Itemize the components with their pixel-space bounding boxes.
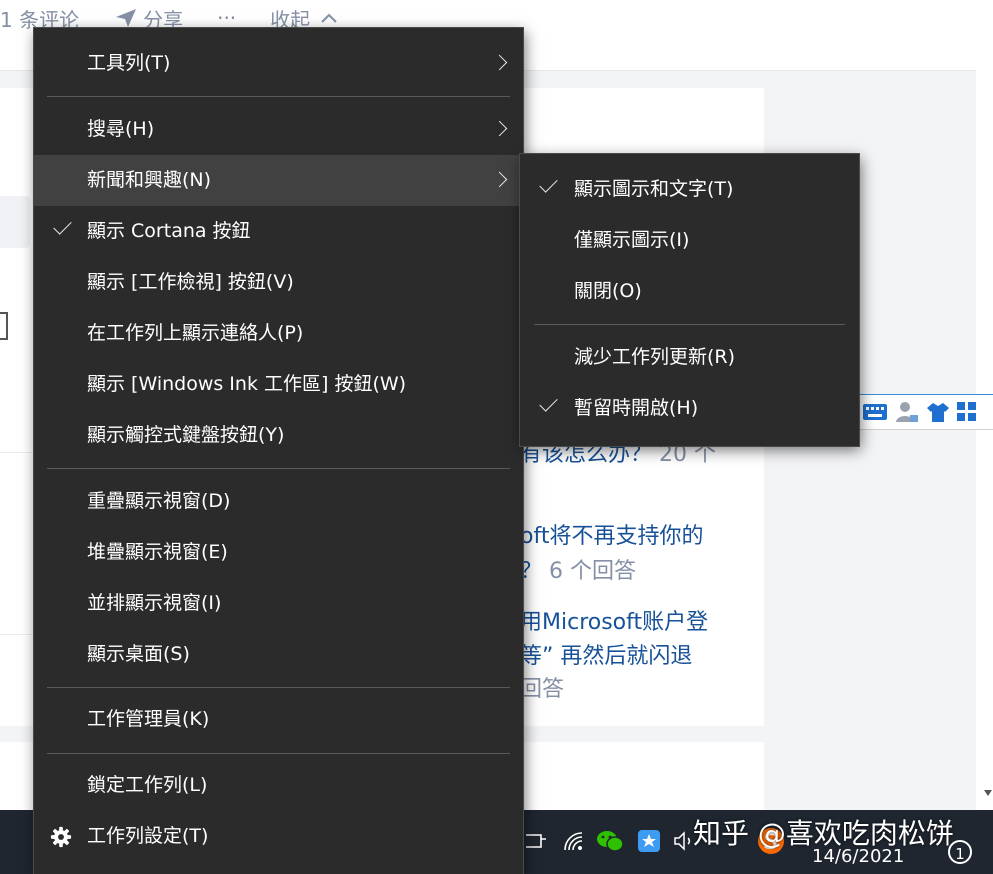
taskbar-context-menu: 工具列(T) 搜尋(H) 新聞和興趣(N) 顯示 Cortana 按鈕 顯示 [… — [34, 28, 523, 874]
taskbar-date[interactable]: 14/6/2021 — [812, 846, 904, 867]
divider — [0, 634, 34, 635]
submenu-item-show-icon-and-text[interactable]: 顯示圖示和文字(T) — [520, 164, 859, 215]
bracket-glyph — [0, 312, 8, 340]
skin-icon[interactable] — [926, 401, 950, 423]
notification-badge[interactable]: 1 — [948, 840, 972, 864]
related-question-3-line2[interactable]: 等” 再然后就闪退 — [520, 638, 692, 670]
tablet-icon[interactable] — [524, 826, 548, 856]
related-question-3[interactable]: 用Microsoft账户登 — [520, 604, 708, 636]
checkmark-icon — [539, 174, 558, 193]
menu-item-show-touch-keyboard[interactable]: 顯示觸控式鍵盤按鈕(Y) — [34, 410, 523, 461]
submenu-item-turn-off[interactable]: 關閉(O) — [520, 266, 859, 317]
more-button[interactable]: ··· — [217, 6, 236, 30]
chevron-up-icon — [321, 13, 337, 23]
menu-item-side-by-side[interactable]: 並排顯示視窗(I) — [34, 578, 523, 629]
related-question-3-meta: 回答 — [520, 677, 565, 702]
wifi-icon[interactable] — [560, 826, 588, 856]
submenu-item-open-on-hover[interactable]: 暫留時開啟(H) — [520, 383, 859, 434]
menu-item-task-manager[interactable]: 工作管理員(K) — [34, 694, 523, 745]
submenu-item-show-icon-only[interactable]: 僅顯示圖示(I) — [520, 215, 859, 266]
menu-item-news-and-interests[interactable]: 新聞和興趣(N) — [34, 155, 523, 206]
menu-item-toolbars[interactable]: 工具列(T) — [34, 38, 523, 89]
menu-separator — [534, 324, 845, 325]
toolbar-button[interactable] — [0, 196, 30, 248]
menu-item-cascade-windows[interactable]: 重疊顯示視窗(D) — [34, 476, 523, 527]
app-tray-icon[interactable] — [636, 826, 662, 856]
tiles-icon[interactable] — [956, 401, 978, 423]
menu-item-lock-taskbar[interactable]: 鎖定工作列(L) — [34, 760, 523, 811]
menu-separator — [47, 753, 510, 754]
menu-item-show-people[interactable]: 在工作列上顯示連絡人(P) — [34, 308, 523, 359]
more-icon: ··· — [217, 6, 237, 30]
scroll-down-arrow-icon[interactable] — [984, 790, 992, 796]
menu-item-show-windows-ink[interactable]: 顯示 [Windows Ink 工作區] 按鈕(W) — [34, 359, 523, 410]
chevron-right-icon — [491, 171, 508, 188]
checkmark-icon — [53, 216, 72, 235]
menu-separator — [47, 687, 510, 688]
keyboard-icon[interactable] — [862, 402, 888, 422]
user-icon[interactable] — [894, 400, 920, 424]
menu-separator — [47, 468, 510, 469]
menu-item-stack-windows[interactable]: 堆疊顯示視窗(E) — [34, 527, 523, 578]
menu-item-show-cortana-button[interactable]: 顯示 Cortana 按鈕 — [34, 206, 523, 257]
chevron-right-icon — [491, 120, 508, 137]
share-icon — [116, 9, 137, 27]
chevron-right-icon — [491, 54, 508, 71]
menu-item-show-desktop[interactable]: 顯示桌面(S) — [34, 629, 523, 680]
menu-item-search[interactable]: 搜尋(H) — [34, 104, 523, 155]
menu-item-show-task-view-button[interactable]: 顯示 [工作檢視] 按鈕(V) — [34, 257, 523, 308]
menu-item-taskbar-settings[interactable]: 工作列設定(T) — [34, 811, 523, 862]
news-interests-submenu: 顯示圖示和文字(T) 僅顯示圖示(I) 關閉(O) 減少工作列更新(R) 暫留時… — [520, 154, 859, 446]
related-question-2-meta: ？ 6 个回答 — [520, 559, 637, 584]
wechat-icon[interactable] — [594, 826, 626, 856]
submenu-item-reduce-updates[interactable]: 減少工作列更新(R) — [520, 332, 859, 383]
menu-separator — [47, 96, 510, 97]
checkmark-icon — [539, 393, 558, 412]
related-question-2[interactable]: oft将不再支持你的 — [520, 518, 703, 550]
gear-icon — [50, 826, 72, 848]
ime-toolbar — [858, 394, 993, 430]
divider — [0, 452, 34, 453]
